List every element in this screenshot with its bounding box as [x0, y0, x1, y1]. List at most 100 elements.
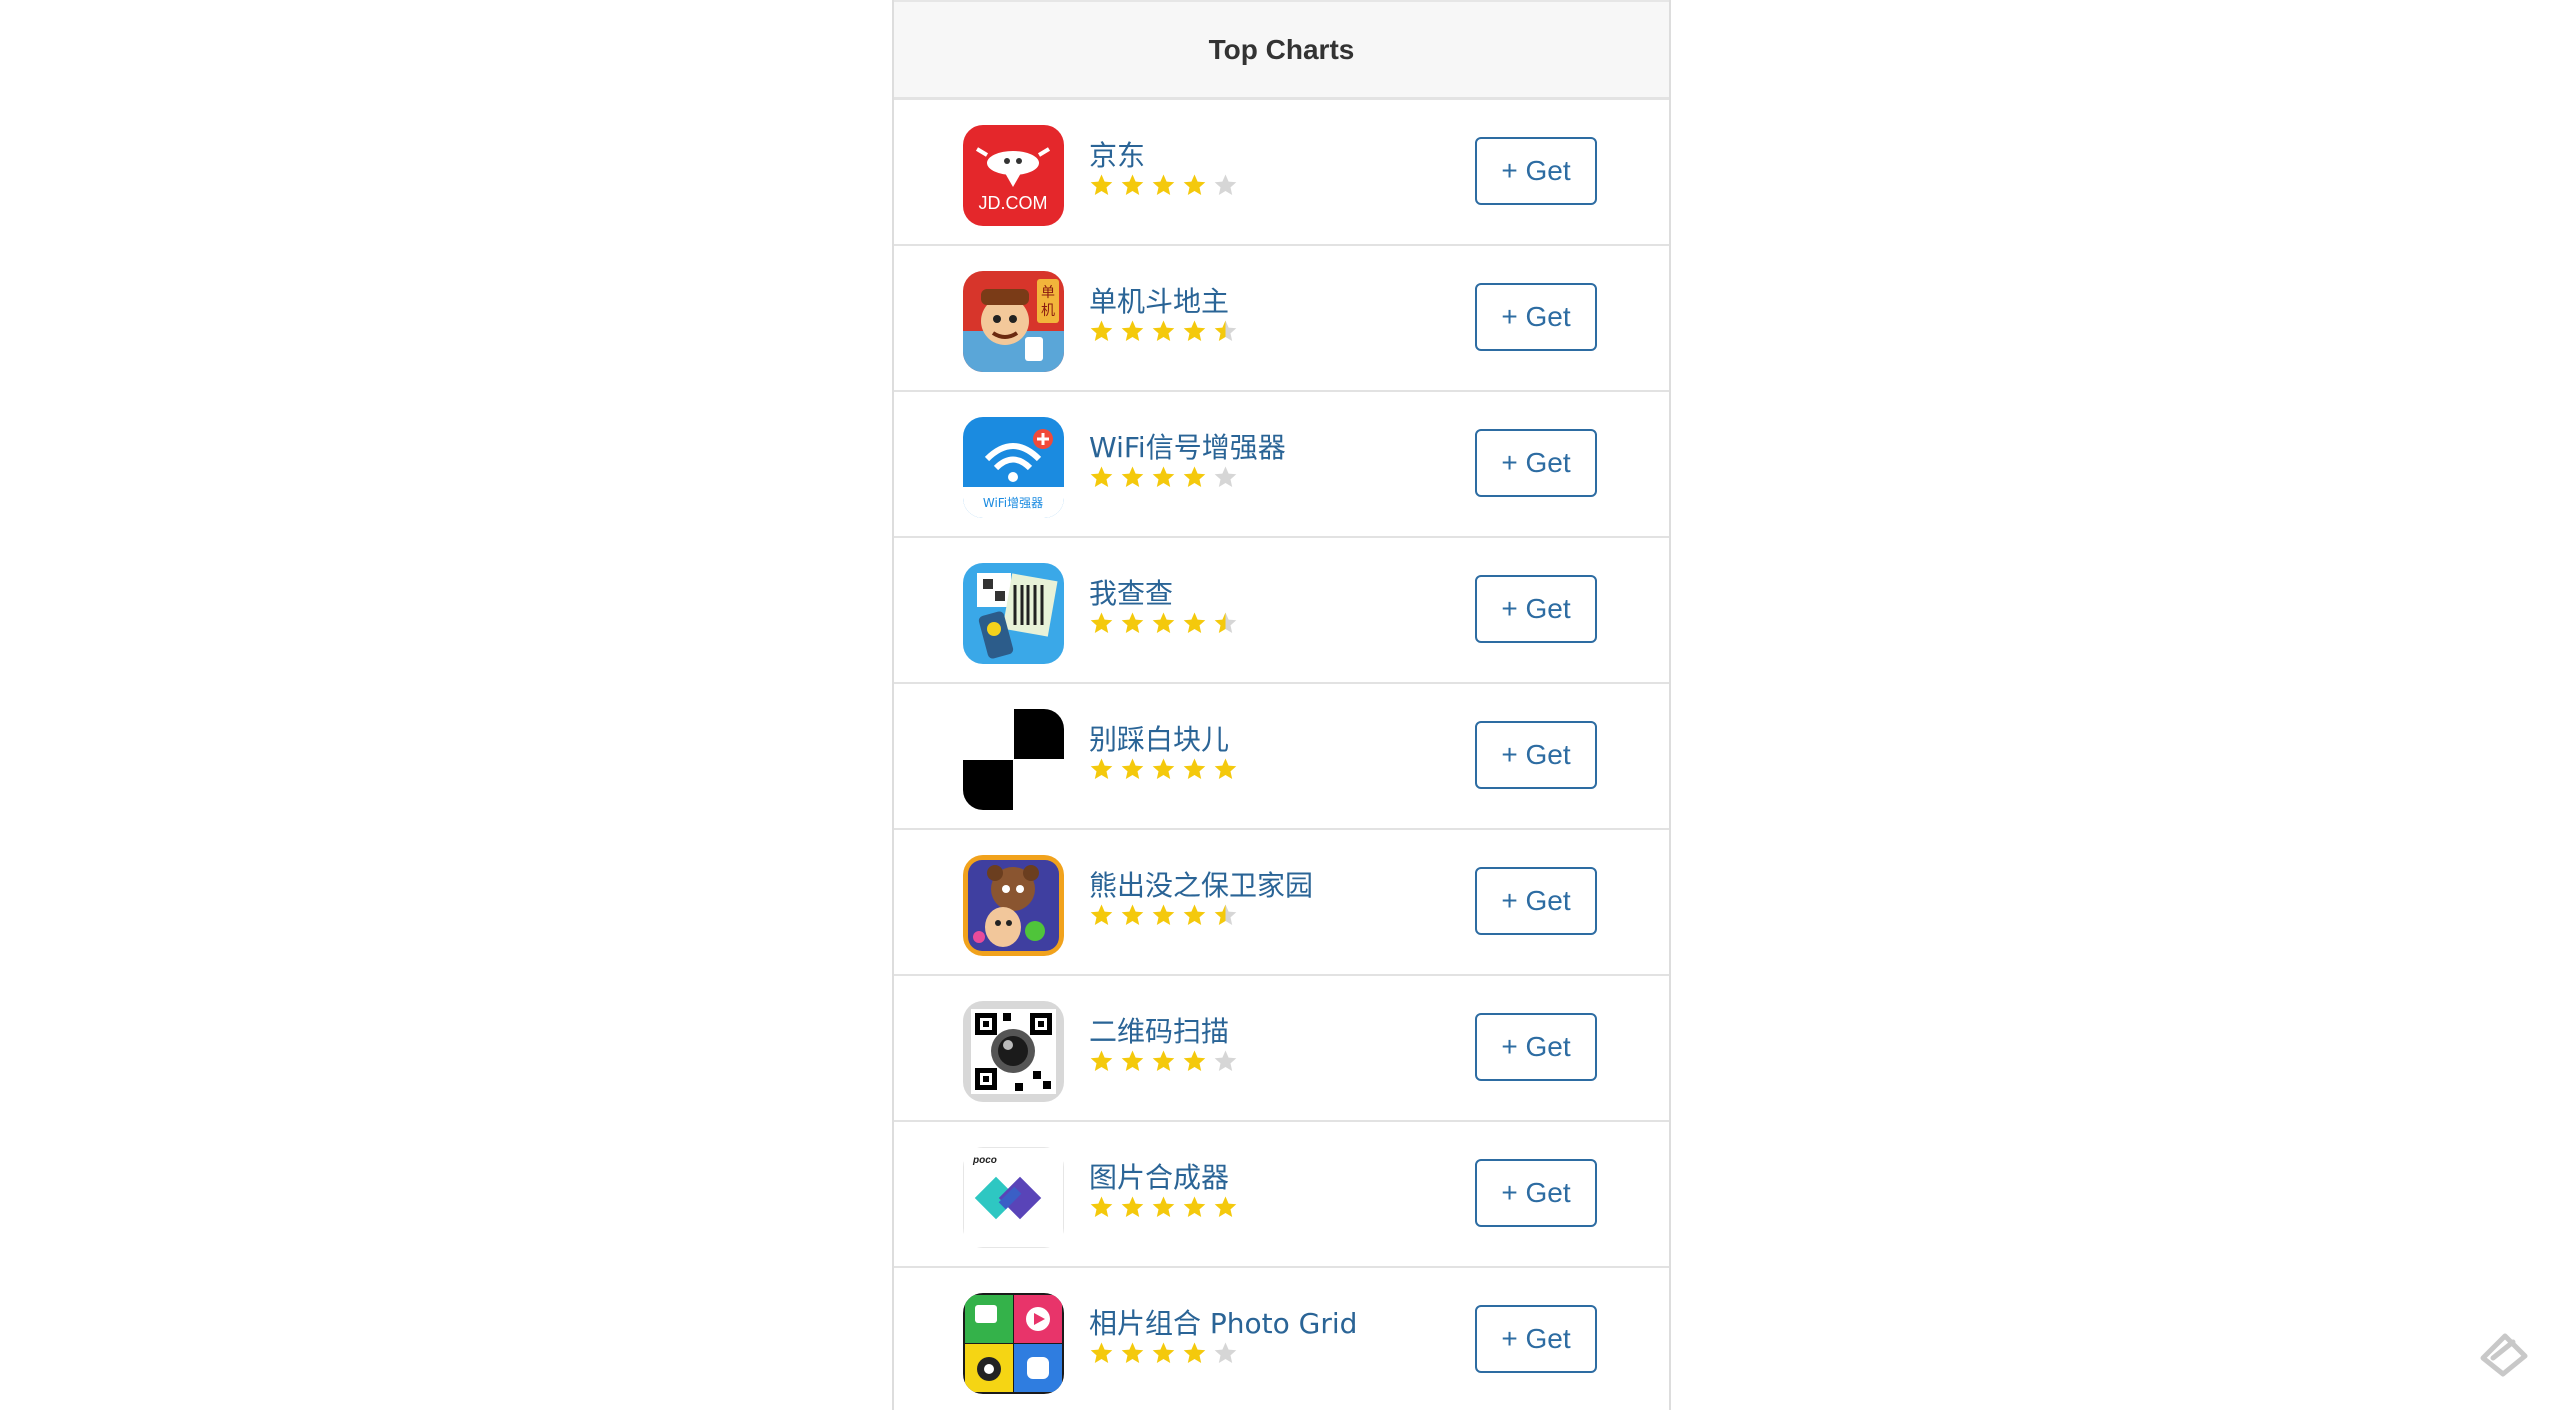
photo-grid-icon[interactable]: [963, 1293, 1064, 1394]
star-rating: [1089, 1341, 1238, 1366]
app-list-item[interactable]: WiFi增强器 WiFi信号增强器 + Get: [894, 392, 1669, 538]
star-full-icon: [1121, 758, 1144, 779]
star-full-icon: [1183, 1196, 1206, 1217]
app-list-item[interactable]: 我查查 + Get: [894, 538, 1669, 684]
star-full-icon: [1090, 320, 1113, 341]
app-name-link[interactable]: 熊出没之保卫家园: [1089, 864, 1313, 904]
star-half-icon: [1214, 612, 1237, 633]
get-button[interactable]: + Get: [1475, 575, 1597, 643]
star-full-icon: [1090, 1050, 1113, 1071]
app-list-item[interactable]: 单 机 单机斗地主 + Get: [894, 246, 1669, 392]
app-list-item[interactable]: 相片组合 Photo Grid + Get: [894, 1268, 1669, 1410]
star-rating: [1089, 903, 1238, 928]
panel-header: Top Charts: [894, 0, 1669, 100]
svg-text:单: 单: [1041, 285, 1055, 301]
poco-icon[interactable]: poco: [963, 1147, 1064, 1248]
qr-scanner-icon[interactable]: [963, 1001, 1064, 1102]
star-full-icon: [1152, 320, 1175, 341]
app-name-link[interactable]: 单机斗地主: [1089, 280, 1229, 320]
star-full-icon: [1121, 1196, 1144, 1217]
jd-icon[interactable]: JD.COM: [963, 125, 1064, 226]
piano-tiles-icon[interactable]: [963, 709, 1064, 810]
star-rating: [1089, 1195, 1238, 1220]
star-full-icon: [1214, 758, 1237, 779]
star-full-icon: [1183, 320, 1206, 341]
star-rating: [1089, 173, 1238, 198]
feather-logo-icon: [2480, 1333, 2528, 1377]
star-rating: [1089, 1049, 1238, 1074]
app-name-link[interactable]: 图片合成器: [1089, 1156, 1229, 1196]
page-title: Top Charts: [1208, 33, 1355, 65]
star-full-icon: [1090, 1342, 1113, 1363]
star-full-icon: [1183, 466, 1206, 487]
star-full-icon: [1090, 466, 1113, 487]
star-empty-icon: [1214, 466, 1237, 487]
app-name-link[interactable]: WiFi信号增强器: [1089, 426, 1286, 466]
star-full-icon: [1152, 904, 1175, 925]
star-full-icon: [1152, 174, 1175, 195]
star-full-icon: [1183, 174, 1206, 195]
star-rating: [1089, 611, 1238, 636]
barcode-scanner-icon[interactable]: [963, 563, 1064, 664]
star-full-icon: [1121, 612, 1144, 633]
get-button[interactable]: + Get: [1475, 137, 1597, 205]
star-full-icon: [1090, 904, 1113, 925]
star-full-icon: [1152, 612, 1175, 633]
star-full-icon: [1152, 466, 1175, 487]
star-full-icon: [1214, 1196, 1237, 1217]
svg-text:JD.COM: JD.COM: [979, 193, 1048, 213]
star-full-icon: [1152, 1342, 1175, 1363]
star-full-icon: [1121, 320, 1144, 341]
app-list-item[interactable]: 别踩白块儿 + Get: [894, 684, 1669, 830]
star-full-icon: [1121, 1342, 1144, 1363]
app-name-link[interactable]: 相片组合 Photo Grid: [1089, 1302, 1357, 1342]
app-list: JD.COM 京东 + Get 单 机 单机斗地主 + Get WiFi增强器 WiFi…: [894, 100, 1669, 1410]
star-rating: [1089, 465, 1238, 490]
star-full-icon: [1090, 758, 1113, 779]
star-full-icon: [1121, 1050, 1144, 1071]
star-full-icon: [1152, 758, 1175, 779]
star-full-icon: [1090, 1196, 1113, 1217]
star-full-icon: [1121, 466, 1144, 487]
app-name-link[interactable]: 二维码扫描: [1089, 1010, 1229, 1050]
app-list-item[interactable]: JD.COM 京东 + Get: [894, 100, 1669, 246]
star-full-icon: [1152, 1196, 1175, 1217]
app-name-link[interactable]: 京东: [1089, 134, 1145, 174]
star-full-icon: [1183, 758, 1206, 779]
star-full-icon: [1183, 1050, 1206, 1071]
star-rating: [1089, 319, 1238, 344]
app-list-item[interactable]: poco 图片合成器 + Get: [894, 1122, 1669, 1268]
star-empty-icon: [1214, 1050, 1237, 1071]
star-rating: [1089, 757, 1238, 782]
top-charts-panel: Top Charts JD.COM 京东 + Get 单 机 单机斗地主 + Get …: [892, 0, 1671, 1410]
svg-text:WiFi增强器: WiFi增强器: [983, 496, 1043, 510]
star-full-icon: [1121, 174, 1144, 195]
app-list-item[interactable]: 二维码扫描 + Get: [894, 976, 1669, 1122]
get-button[interactable]: + Get: [1475, 721, 1597, 789]
star-half-icon: [1214, 904, 1237, 925]
star-full-icon: [1121, 904, 1144, 925]
svg-text:poco: poco: [972, 1155, 997, 1166]
get-button[interactable]: + Get: [1475, 867, 1597, 935]
star-empty-icon: [1214, 174, 1237, 195]
star-full-icon: [1152, 1050, 1175, 1071]
star-full-icon: [1183, 1342, 1206, 1363]
bear-game-icon[interactable]: [963, 855, 1064, 956]
wifi-icon[interactable]: WiFi增强器: [963, 417, 1064, 518]
star-full-icon: [1090, 174, 1113, 195]
app-name-link[interactable]: 别踩白块儿: [1089, 718, 1229, 758]
get-button[interactable]: + Get: [1475, 1159, 1597, 1227]
get-button[interactable]: + Get: [1475, 1305, 1597, 1373]
app-list-item[interactable]: 熊出没之保卫家园 + Get: [894, 830, 1669, 976]
star-empty-icon: [1214, 1342, 1237, 1363]
star-half-icon: [1214, 320, 1237, 341]
star-full-icon: [1090, 612, 1113, 633]
star-full-icon: [1183, 904, 1206, 925]
svg-text:机: 机: [1041, 303, 1055, 319]
doudizhu-icon[interactable]: 单 机: [963, 271, 1064, 372]
get-button[interactable]: + Get: [1475, 429, 1597, 497]
get-button[interactable]: + Get: [1475, 1013, 1597, 1081]
star-full-icon: [1183, 612, 1206, 633]
app-name-link[interactable]: 我查查: [1089, 572, 1173, 612]
get-button[interactable]: + Get: [1475, 283, 1597, 351]
